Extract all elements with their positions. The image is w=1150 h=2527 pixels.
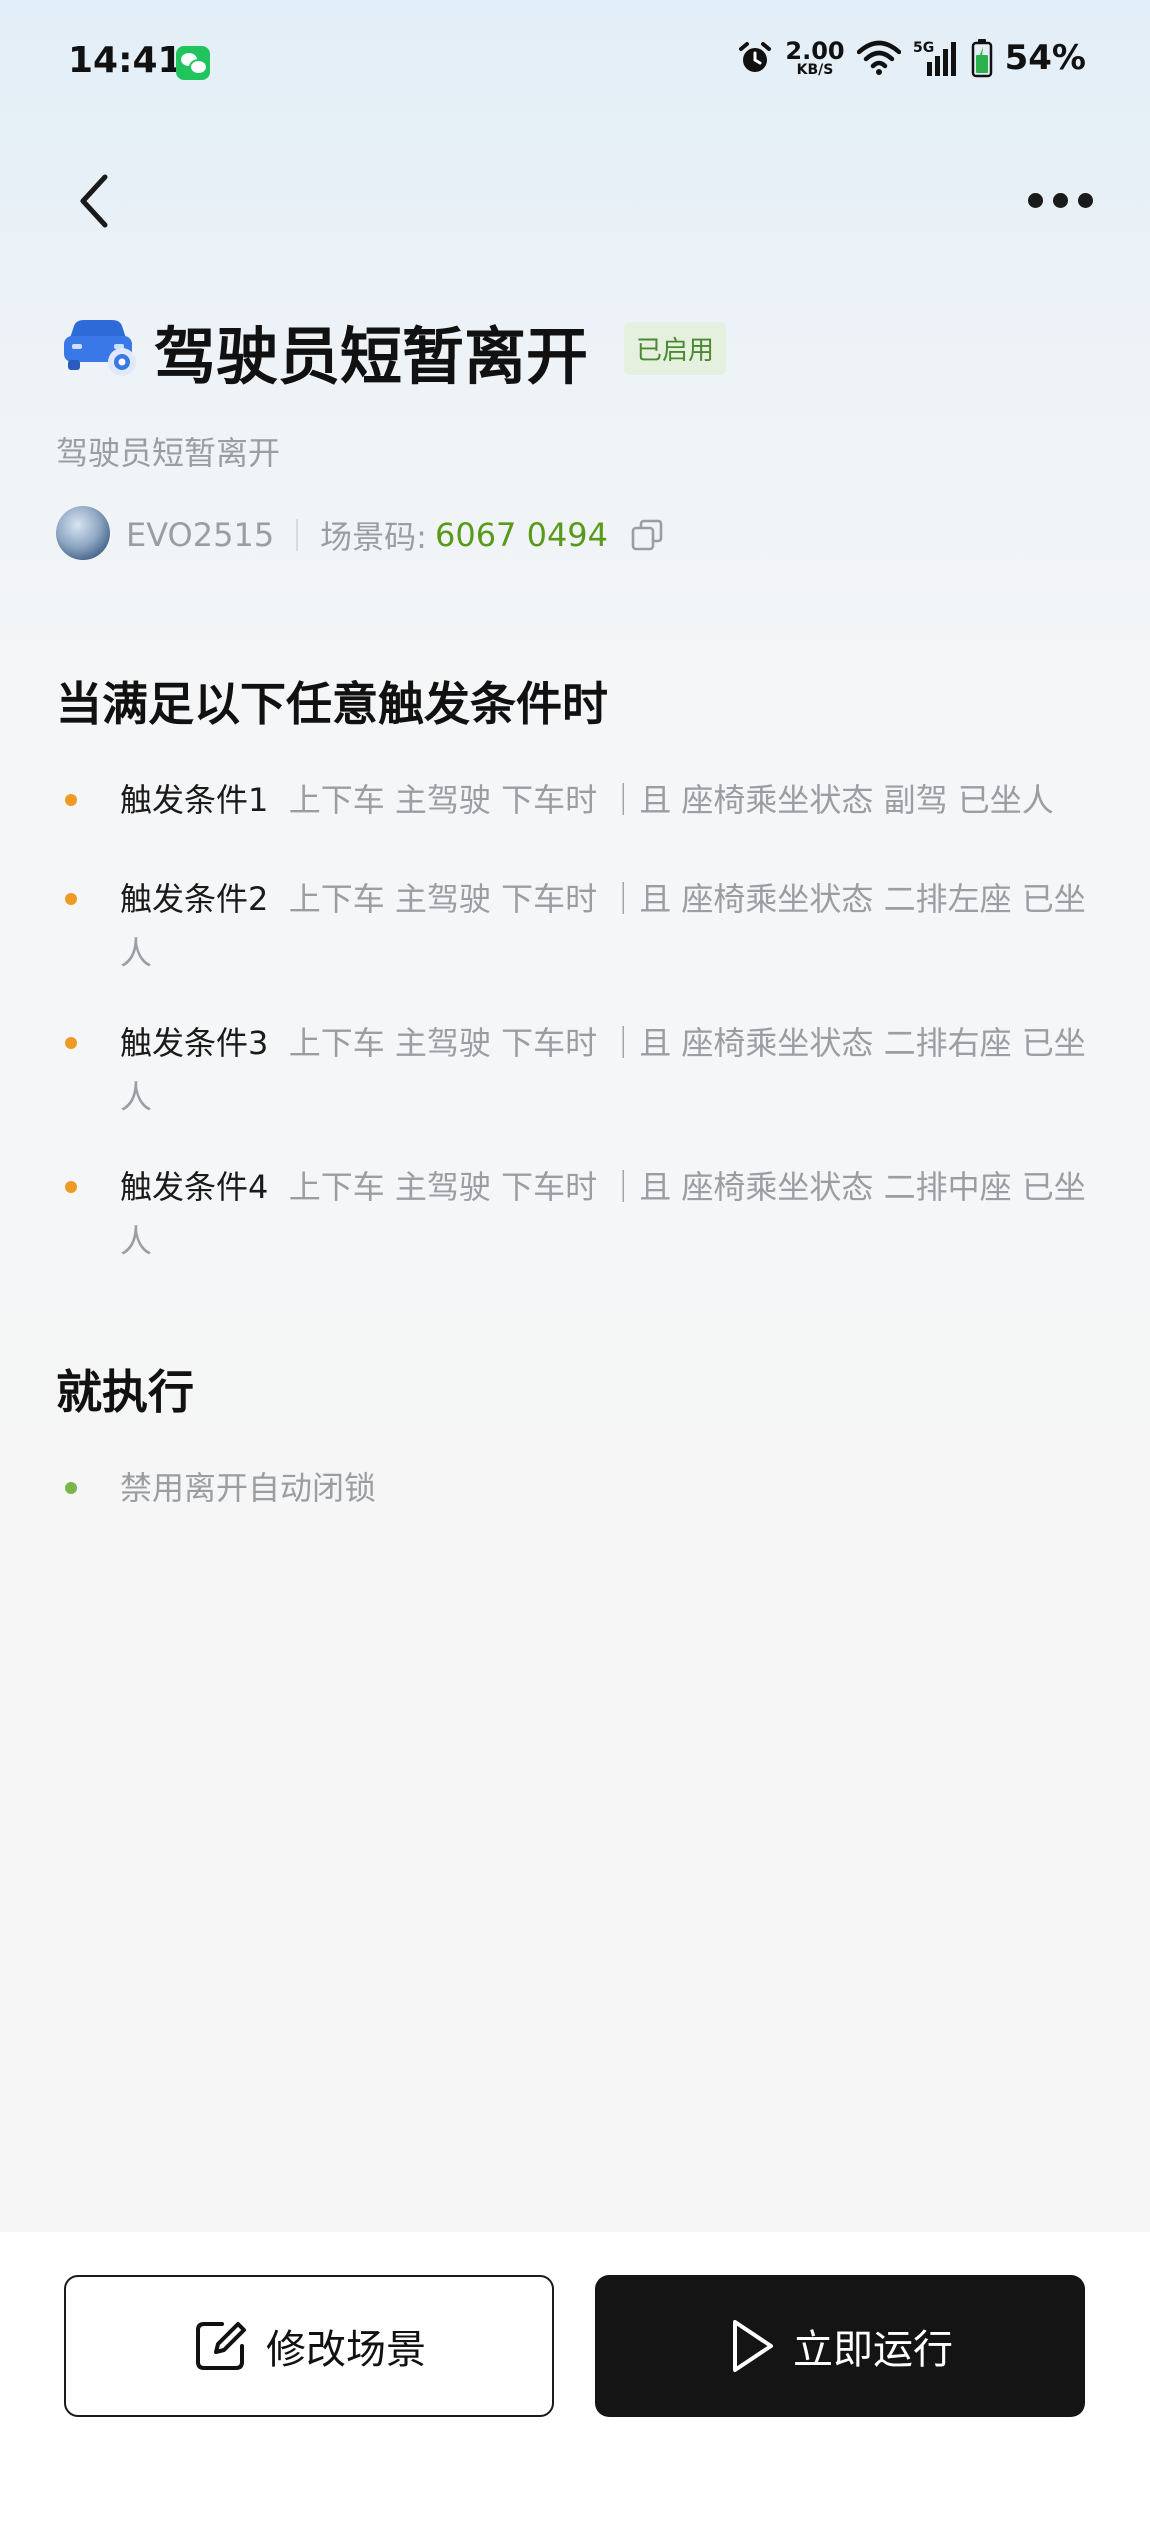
action-text: 禁用离开自动闭锁 (120, 1469, 377, 1507)
edit-scene-label: 修改场景 (266, 2327, 426, 2373)
wifi-icon (856, 40, 901, 75)
more-dots-icon (1027, 192, 1043, 208)
more-dot (1052, 192, 1068, 208)
network-speed: 2.00 KB/S (785, 39, 844, 77)
avatar (56, 506, 110, 560)
battery-icon (971, 39, 992, 78)
run-now-button[interactable]: 立即运行 (595, 2275, 1085, 2417)
wechat-icon (176, 46, 210, 80)
battery-percent: 54% (1004, 38, 1086, 78)
action-item: 禁用离开自动闭锁 (56, 1461, 1096, 1515)
back-button[interactable] (64, 166, 124, 236)
copy-icon[interactable] (630, 518, 664, 552)
status-time: 14:41 (68, 40, 183, 81)
condition-item: 触发条件4 上下车 主驾驶 下车时 ｜且 座椅乘坐状态 二排中座 已坐人 (56, 1160, 1096, 1268)
condition-detail: 上下车 主驾驶 下车时 ｜且 座椅乘坐状态 副驾 已坐人 (288, 781, 1054, 819)
condition-item: 触发条件3 上下车 主驾驶 下车时 ｜且 座椅乘坐状态 二排右座 已坐人 (56, 1016, 1096, 1124)
run-now-label: 立即运行 (793, 2327, 953, 2373)
actions-heading: 就执行 (56, 1365, 194, 1419)
condition-name: 触发条件2 (120, 880, 269, 918)
conditions-heading: 当满足以下任意触发条件时 (56, 677, 608, 731)
bullet-dot (65, 794, 77, 806)
alarm-icon (739, 42, 772, 72)
chevron-left-icon (80, 174, 108, 228)
play-icon (733, 2320, 773, 2372)
owner-name: EVO2515 (126, 516, 275, 554)
bullet-dot (65, 1181, 77, 1193)
scene-description: 驾驶员短暂离开 (56, 434, 281, 472)
condition-item: 触发条件2 上下车 主驾驶 下车时 ｜且 座椅乘坐状态 二排左座 已坐人 (56, 872, 1096, 980)
edit-scene-button[interactable]: 修改场景 (64, 2275, 554, 2417)
scene-code-label: 场景码: (320, 518, 427, 556)
status-badge: 已启用 (624, 322, 727, 375)
more-options-button[interactable] (1020, 180, 1100, 220)
divider (296, 519, 299, 551)
speed-unit: KB/S (796, 62, 834, 78)
condition-name: 触发条件1 (120, 781, 269, 819)
condition-name: 触发条件3 (120, 1024, 269, 1062)
bullet-dot (65, 893, 77, 905)
more-dot (1077, 192, 1093, 208)
bullet-dot (65, 1482, 77, 1494)
car-icon (64, 320, 136, 376)
signal-icon: 5G (913, 40, 956, 76)
edit-icon (196, 2322, 246, 2370)
speed-value: 2.00 (785, 37, 845, 65)
condition-item: 触发条件1 上下车 主驾驶 下车时 ｜且 座椅乘坐状态 副驾 已坐人 (56, 773, 1096, 827)
status-icons: 2.00 KB/S 5G 54% (737, 38, 1086, 78)
condition-name: 触发条件4 (120, 1168, 269, 1206)
scene-code-value: 6067 0494 (434, 516, 609, 554)
bullet-dot (65, 1037, 77, 1049)
scene-meta: EVO2515 场景码: 6067 0494 (126, 512, 664, 558)
scene-title: 驾驶员短暂离开 (154, 320, 589, 393)
network-type: 5G (913, 40, 934, 56)
